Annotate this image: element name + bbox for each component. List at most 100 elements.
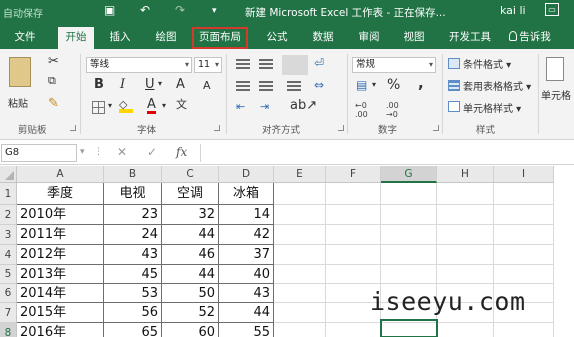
cell-e3[interactable] — [274, 225, 326, 245]
conditional-format-icon[interactable] — [448, 58, 460, 69]
cell-a6[interactable]: 2014年 — [17, 284, 104, 303]
tab-home[interactable]: 开始 — [58, 27, 94, 49]
decrease-indent-icon[interactable]: ⇤ — [236, 101, 245, 112]
insert-function-button[interactable]: fx — [176, 145, 187, 159]
comma-style-button[interactable]: , — [418, 76, 424, 91]
cell-d3[interactable]: 42 — [219, 225, 274, 245]
cell-styles-icon[interactable] — [448, 101, 460, 112]
cell-c6[interactable]: 50 — [162, 284, 219, 303]
column-header-i[interactable]: I — [494, 166, 554, 183]
cell-a8[interactable]: 2016年 — [17, 323, 104, 337]
cell-d4[interactable]: 37 — [219, 245, 274, 265]
bold-button[interactable]: B — [94, 78, 104, 91]
cell-h5[interactable] — [437, 265, 494, 284]
increase-font-button[interactable]: A — [176, 78, 185, 91]
cell-c5[interactable]: 44 — [162, 265, 219, 284]
cell-i4[interactable] — [494, 245, 554, 265]
column-header-b[interactable]: B — [104, 166, 162, 183]
cell-i8[interactable] — [494, 323, 554, 337]
cell-b3[interactable]: 24 — [104, 225, 162, 245]
cell-g2[interactable] — [381, 205, 437, 225]
cell-a2[interactable]: 2010年 — [17, 205, 104, 225]
row-header-5[interactable]: 5 — [0, 265, 17, 284]
cell-f3[interactable] — [326, 225, 381, 245]
middle-align-icon[interactable] — [259, 59, 273, 71]
tab-formulas[interactable]: 公式 — [260, 27, 294, 49]
undo-icon[interactable]: ↶ — [140, 3, 150, 17]
cell-d8[interactable]: 55 — [219, 323, 274, 337]
chevron-down-icon[interactable]: ▾ — [372, 81, 376, 89]
format-table-icon[interactable] — [448, 80, 460, 91]
cell-e4[interactable] — [274, 245, 326, 265]
top-align-icon[interactable] — [236, 59, 250, 71]
cell-e1[interactable] — [274, 183, 326, 205]
cell-d5[interactable]: 40 — [219, 265, 274, 284]
cell-e5[interactable] — [274, 265, 326, 284]
percent-style-button[interactable]: % — [387, 78, 400, 92]
ribbon-display-options-icon[interactable]: ▭ — [545, 3, 559, 16]
tab-developer[interactable]: 开发工具 — [445, 27, 495, 49]
column-header-f[interactable]: F — [326, 166, 381, 183]
font-size-select[interactable]: 11 ▾ — [194, 57, 222, 73]
fill-color-icon[interactable]: ◇ — [119, 99, 133, 113]
cell-f2[interactable] — [326, 205, 381, 225]
row-header-6[interactable]: 6 — [0, 284, 17, 303]
cell-i5[interactable] — [494, 265, 554, 284]
cell-b4[interactable]: 43 — [104, 245, 162, 265]
cell-i2[interactable] — [494, 205, 554, 225]
clipboard-launcher-icon[interactable] — [70, 125, 76, 131]
tab-file[interactable]: 文件 — [8, 27, 42, 49]
tab-draw[interactable]: 绘图 — [149, 27, 183, 49]
tell-me-box[interactable]: 告诉我 — [505, 27, 555, 49]
row-header-7[interactable]: 7 — [0, 303, 17, 323]
cell-h3[interactable] — [437, 225, 494, 245]
cell-a5[interactable]: 2013年 — [17, 265, 104, 284]
user-name[interactable]: kai li — [500, 4, 526, 17]
align-left-icon[interactable] — [236, 81, 250, 93]
row-header-4[interactable]: 4 — [0, 245, 17, 265]
cell-c2[interactable]: 32 — [162, 205, 219, 225]
cells-group-button[interactable]: 单元格 — [541, 87, 571, 102]
cell-e8[interactable] — [274, 323, 326, 337]
copy-icon[interactable]: ⧉ — [48, 75, 56, 86]
cell-h2[interactable] — [437, 205, 494, 225]
active-cell-g8[interactable] — [380, 319, 438, 337]
row-header-3[interactable]: 3 — [0, 225, 17, 245]
format-as-table-button[interactable]: 套用表格格式 ▾ — [463, 78, 531, 93]
format-painter-icon[interactable]: ✎ — [48, 97, 59, 110]
cell-d1[interactable]: 冰箱 — [219, 183, 274, 205]
cell-a7[interactable]: 2015年 — [17, 303, 104, 323]
chevron-down-icon[interactable]: ▾ — [108, 102, 112, 110]
number-format-select[interactable]: 常规 ▾ — [352, 57, 436, 73]
row-header-2[interactable]: 2 — [0, 205, 17, 225]
column-header-g[interactable]: G — [381, 166, 437, 183]
increase-indent-icon[interactable]: ⇥ — [260, 101, 269, 112]
column-header-h[interactable]: H — [437, 166, 494, 183]
select-all-button[interactable] — [0, 166, 17, 183]
orientation-icon[interactable]: ab↗ — [290, 99, 317, 112]
name-box[interactable]: G8 — [1, 144, 77, 162]
align-center-icon[interactable] — [259, 81, 273, 93]
cell-f1[interactable] — [326, 183, 381, 205]
font-launcher-icon[interactable] — [214, 125, 220, 131]
cell-styles-button[interactable]: 单元格样式 ▾ — [463, 100, 521, 115]
cell-h4[interactable] — [437, 245, 494, 265]
cell-f8[interactable] — [326, 323, 381, 337]
cell-g4[interactable] — [381, 245, 437, 265]
increase-decimal-button[interactable]: ←0 .00 — [355, 101, 379, 119]
chevron-down-icon[interactable]: ▾ — [158, 80, 162, 88]
number-launcher-icon[interactable] — [433, 125, 439, 131]
column-header-a[interactable]: A — [17, 166, 104, 183]
decrease-font-button[interactable]: A — [203, 80, 211, 91]
tab-review[interactable]: 审阅 — [352, 27, 386, 49]
cell-g5[interactable] — [381, 265, 437, 284]
cell-c8[interactable]: 60 — [162, 323, 219, 337]
paste-icon[interactable] — [9, 57, 31, 87]
alignment-launcher-icon[interactable] — [338, 125, 344, 131]
splitter-icon[interactable]: ⋮ — [94, 147, 103, 157]
cut-icon[interactable]: ✂ — [48, 55, 59, 68]
cell-i1[interactable] — [494, 183, 554, 205]
autosave-label[interactable]: 自动保存 — [3, 5, 43, 20]
cell-a4[interactable]: 2012年 — [17, 245, 104, 265]
column-header-d[interactable]: D — [219, 166, 274, 183]
